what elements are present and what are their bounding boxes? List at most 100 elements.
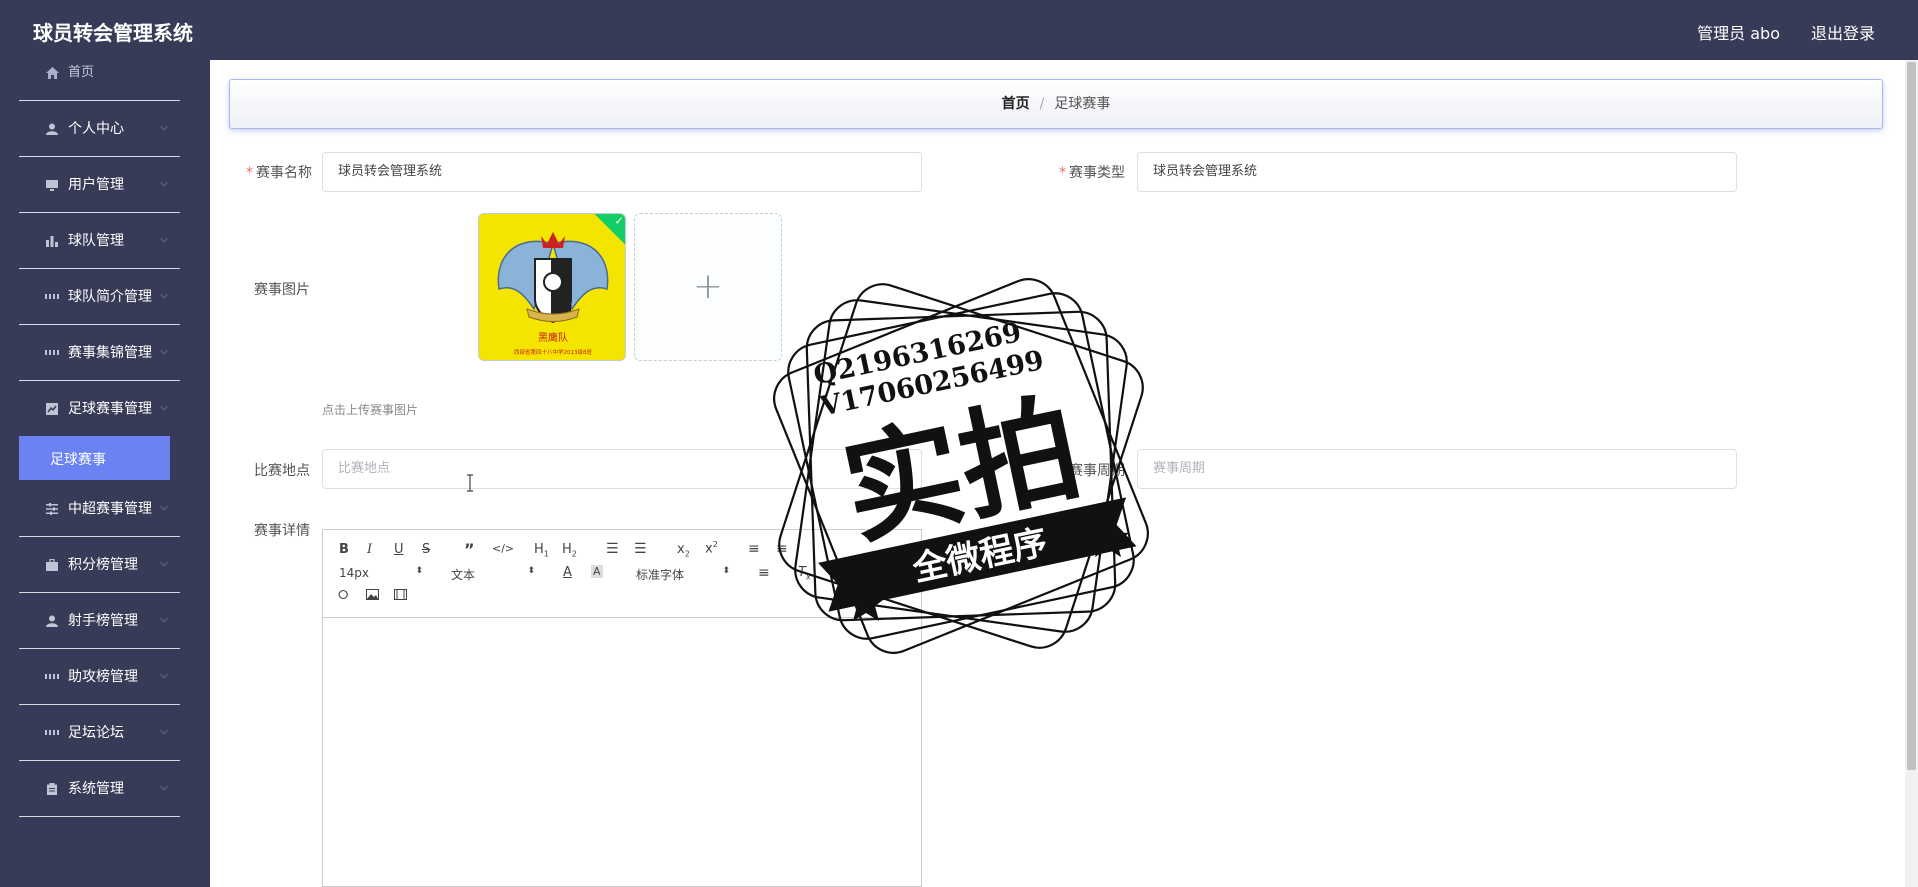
logout-button[interactable]: 退出登录 [1811,20,1875,44]
sidebar-item-label: 足球赛事管理 [68,401,152,417]
sidebar-item-standings-management[interactable]: 积分榜管理 ⌵ [19,537,180,593]
team-emblem-image: 黑鹰队 西部省第四十八中学2013级8班 [479,214,625,360]
event-image-label: 赛事图片 [254,282,310,298]
sidebar-item-label: 用户管理 [68,176,124,193]
superscript-icon[interactable]: x2 [705,540,718,556]
sidebar-item-label: 首页 [68,64,95,80]
chevron-down-icon: ⌵ [160,781,168,793]
sidebar-item-team-management[interactable]: 球队管理 ⌵ [19,213,180,269]
chevron-down-icon: ⌵ [160,501,168,513]
sliders-icon [45,502,59,516]
scrollbar-thumb[interactable] [1907,62,1916,770]
user-icon [45,122,59,136]
breadcrumb-current: 足球赛事 [1054,96,1111,112]
strikethrough-icon[interactable]: S [422,542,430,557]
italic-icon[interactable]: I [367,542,372,557]
breadcrumb-separator: / [1039,96,1045,112]
blockquote-icon[interactable]: ” [464,540,475,559]
chevron-down-icon: ⌵ [160,121,168,133]
briefcase-icon [45,558,59,572]
sidebar-item-label: 射手榜管理 [68,612,138,629]
sidebar-item-system-management[interactable]: 系统管理 ⌵ [19,761,180,817]
top-bar: 球员转会管理系统 管理员 abo 退出登录 [0,0,1918,60]
link-icon[interactable]: ⭘ [338,588,348,603]
sidebar-item-forum[interactable]: 足坛论坛 ⌵ [19,705,180,761]
upload-tip: 点击上传赛事图片 [322,403,419,417]
heading1-icon[interactable]: H1 [534,542,549,559]
sidebar-item-label: 助攻榜管理 [68,668,138,685]
video-icon[interactable] [394,589,407,604]
event-name-input[interactable]: 球员转会管理系统 [322,152,922,192]
heading2-icon[interactable]: H2 [562,542,577,559]
sidebar-item-personal-center[interactable]: 个人中心 ⌵ [19,101,180,157]
chevron-down-icon: ⌵ [160,177,168,189]
chevron-up-icon: ⌵ [160,402,168,413]
sidebar-item-label: 足坛论坛 [68,724,124,741]
sidebar-item-label: 球队简介管理 [68,288,152,305]
admin-name: 管理员 abo [1697,24,1780,43]
required-mark: * [246,165,253,181]
sidebar-item-csl-management[interactable]: 中超赛事管理 ⌵ [19,481,180,537]
chevron-down-icon: ⌵ [160,613,168,625]
chevron-down-icon: ⌵ [160,233,168,245]
breadcrumb-home[interactable]: 首页 [1002,96,1030,112]
grid-icon [45,290,59,304]
cycle-input[interactable]: 赛事周期 [1137,449,1737,489]
emblem-caption-bottom: 西部省第四十八中学2013级8班 [514,348,592,356]
font-family-select[interactable]: 标准字体 ⬍ [636,566,730,582]
paragraph-select[interactable]: 文本 ⬍ [451,566,535,582]
sidebar-item-label: 积分榜管理 [68,556,138,573]
chevron-down-icon: ⌵ [160,725,168,737]
sidebar-item-label: 系统管理 [68,780,124,797]
background-color-icon[interactable]: A [591,565,603,578]
sidebar-item-label: 中超赛事管理 [68,500,152,517]
bold-icon[interactable]: B [339,542,349,557]
grid-icon [45,726,59,740]
sidebar-item-football-match-management[interactable]: 足球赛事管理 ⌵ [19,381,180,437]
monitor-icon [45,178,59,192]
image-icon[interactable] [366,589,379,604]
sidebar-item-team-intro-management[interactable]: 球队简介管理 ⌵ [19,269,180,325]
sidebar-item-label: 个人中心 [68,120,124,137]
chevron-down-icon: ⌵ [160,669,168,681]
font-size-select[interactable]: 14px ⬍ [339,566,423,582]
bullet-list-icon[interactable]: ☰ [634,541,647,557]
breadcrumb: 首页 / 足球赛事 [229,79,1883,129]
event-type-input[interactable]: 球员转会管理系统 [1137,152,1737,192]
uploaded-image[interactable]: 黑鹰队 西部省第四十八中学2013级8班 ✓ [478,213,626,361]
sidebar-item-home[interactable]: 首页 [19,45,180,101]
user-icon [45,614,59,628]
subscript-icon[interactable]: x2 [677,542,690,559]
sidebar-item-scorers-management[interactable]: 射手榜管理 ⌵ [19,593,180,649]
app-title: 球员转会管理系统 [33,21,193,45]
text-color-icon[interactable]: A [563,565,572,580]
home-icon [45,66,59,80]
required-mark: * [1059,165,1066,181]
event-name-label: * 赛事名称 [246,165,312,181]
event-type-label: * 赛事类型 [1059,165,1125,181]
venue-label: 比赛地点 [254,463,310,479]
grid-icon [45,346,59,360]
chevron-down-icon: ⌵ [160,289,168,301]
bar-chart-icon [45,234,59,248]
sidebar-item-assists-management[interactable]: 助攻榜管理 ⌵ [19,649,180,705]
text-cursor-icon [467,474,473,492]
sidebar-item-highlights-management[interactable]: 赛事集锦管理 ⌵ [19,325,180,381]
sidebar-subitem-label: 足球赛事 [50,452,106,468]
emblem-caption-top: 黑鹰队 [538,331,568,344]
grid-icon [45,670,59,684]
sidebar-item-label: 赛事集锦管理 [68,344,152,361]
chart-box-icon [45,402,59,416]
underline-icon[interactable]: U [394,542,404,557]
code-block-icon[interactable]: </> [492,542,514,555]
chevron-down-icon: ⌵ [160,557,168,569]
sidebar-subitem-football-match[interactable]: 足球赛事 [19,436,170,480]
chevron-down-icon: ⌵ [160,345,168,357]
watermark-stamp: Q2196316269 V17060256499 实拍 全微程序 [773,278,1149,654]
clipboard-icon [45,782,59,796]
detail-label: 赛事详情 [254,523,310,539]
sidebar-item-label: 球队管理 [68,232,124,249]
sidebar-item-user-management[interactable]: 用户管理 ⌵ [19,157,180,213]
ordered-list-icon[interactable]: ☰ [606,541,619,557]
check-icon: ✓ [614,214,624,228]
